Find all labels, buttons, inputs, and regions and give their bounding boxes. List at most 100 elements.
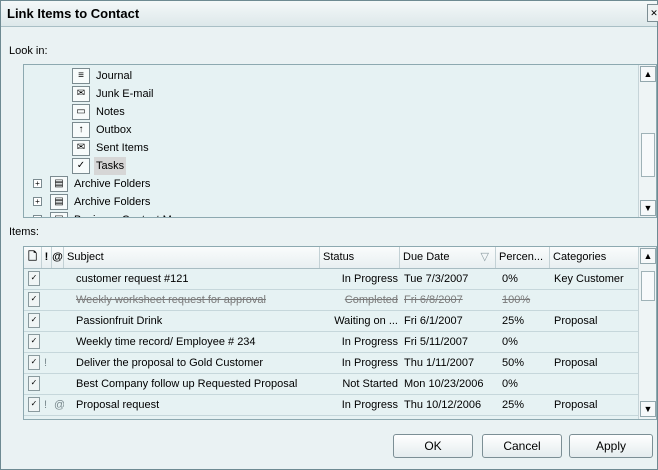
column-categories-header[interactable]: Categories bbox=[550, 247, 640, 268]
importance-cell bbox=[44, 374, 52, 394]
attachment-cell: @ bbox=[54, 395, 64, 415]
status-cell: Not Started bbox=[342, 378, 398, 390]
folder-tree-scrollbar[interactable]: ▲ ▼ bbox=[638, 65, 656, 217]
folder-label: Outbox bbox=[96, 124, 132, 136]
importance-cell bbox=[44, 290, 52, 310]
items-grid[interactable]: 🗋 ! @ Subject Status Due Date ▽ Percen..… bbox=[23, 246, 657, 420]
task-icon: ✓ bbox=[28, 292, 40, 307]
sort-descending-icon: ▽ bbox=[480, 251, 489, 263]
column-due-date-label: Due Date bbox=[403, 251, 450, 263]
categories-cell: Key Customer bbox=[554, 273, 624, 285]
table-row[interactable]: ✓ Passionfruit Drink Waiting on ... Fri 6/1… bbox=[24, 311, 640, 332]
status-cell: Waiting on ... bbox=[334, 315, 398, 327]
attachment-cell bbox=[54, 374, 64, 394]
percent-cell: 0% bbox=[502, 273, 518, 285]
percent-cell: 25% bbox=[502, 315, 525, 327]
column-status-header[interactable]: Status bbox=[320, 247, 400, 268]
scroll-thumb[interactable] bbox=[641, 133, 655, 177]
subject-cell: Best Company follow up Requested Proposa… bbox=[76, 378, 298, 390]
dialog-title: Link Items to Contact bbox=[7, 6, 140, 21]
column-subject-header[interactable]: Subject bbox=[64, 247, 320, 268]
cancel-button[interactable]: Cancel bbox=[482, 434, 562, 458]
ok-button[interactable]: OK bbox=[393, 434, 473, 458]
due-date-cell: Fri 6/8/2007 bbox=[404, 294, 463, 306]
archive-folder-icon: ▤ bbox=[50, 176, 68, 192]
status-cell: Completed bbox=[344, 294, 398, 306]
table-row[interactable]: ✓ customer request #121 In Progress Tue 7/3… bbox=[24, 269, 640, 290]
close-icon[interactable]: ✕ bbox=[647, 4, 658, 22]
due-date-cell: Mon 10/23/2006 bbox=[404, 378, 484, 390]
categories-cell: Proposal bbox=[554, 315, 598, 327]
task-icon: ✓ bbox=[28, 355, 40, 370]
importance-cell bbox=[44, 332, 52, 352]
folder-label: Business Contact Manager bbox=[74, 211, 206, 217]
folder-label: Tasks bbox=[94, 157, 127, 175]
due-date-cell: Fri 6/1/2007 bbox=[404, 315, 463, 327]
attachment-cell bbox=[54, 269, 64, 289]
look-in-label: Look in: bbox=[9, 45, 48, 57]
archive-folder-icon: ▤ bbox=[50, 194, 68, 210]
link-items-dialog: Link Items to Contact ✕ Look in: ≡ Journa… bbox=[0, 0, 658, 470]
folder-label: Junk E-mail bbox=[96, 88, 154, 100]
column-importance-header[interactable]: ! bbox=[42, 247, 52, 268]
scroll-up-button[interactable]: ▲ bbox=[640, 248, 656, 264]
notes-icon: ▭ bbox=[72, 104, 90, 120]
subject-cell: Proposal request bbox=[76, 399, 160, 411]
table-row[interactable]: ✓ Best Company follow up Requested Propos… bbox=[24, 374, 640, 395]
expand-icon[interactable]: + bbox=[33, 215, 42, 217]
column-attachment-header[interactable]: @ bbox=[52, 247, 64, 268]
column-due-date-header[interactable]: Due Date ▽ bbox=[400, 247, 496, 268]
percent-cell: 0% bbox=[502, 336, 518, 348]
categories-cell: Proposal bbox=[554, 357, 598, 369]
categories-cell bbox=[554, 332, 640, 352]
folder-tree[interactable]: ≡ Journal ✉ Junk E-mail ▭ Notes ↑ Outbox ✉ Sent I… bbox=[23, 64, 657, 218]
scroll-down-button[interactable]: ▼ bbox=[640, 401, 656, 417]
sent-items-icon: ✉ bbox=[72, 140, 90, 156]
table-row[interactable]: ✓ Weekly time record/ Employee # 234 In Pr… bbox=[24, 332, 640, 353]
importance-cell bbox=[44, 311, 52, 331]
scroll-down-button[interactable]: ▼ bbox=[640, 200, 656, 216]
attachment-cell bbox=[54, 311, 64, 331]
table-row[interactable]: ✓! @ Proposal request In Progress Thu 10/12/… bbox=[24, 395, 640, 416]
task-icon: ✓ bbox=[28, 334, 40, 349]
task-icon: ✓ bbox=[28, 271, 40, 286]
percent-cell: 0% bbox=[502, 378, 518, 390]
column-icon-header[interactable]: 🗋 bbox=[24, 247, 42, 268]
tasks-icon: ✓ bbox=[72, 158, 90, 174]
apply-button[interactable]: Apply bbox=[569, 434, 653, 458]
importance-cell bbox=[44, 269, 52, 289]
task-icon: ✓ bbox=[28, 397, 40, 412]
expand-icon[interactable]: + bbox=[33, 197, 42, 206]
importance-cell: ! bbox=[44, 357, 48, 369]
items-label: Items: bbox=[9, 226, 39, 238]
status-cell: In Progress bbox=[341, 273, 398, 285]
table-row[interactable]: ✓ Weekly worksheet request for approval Co… bbox=[24, 290, 640, 311]
due-date-cell: Fri 5/11/2007 bbox=[404, 336, 469, 348]
folder-icon: ▤ bbox=[50, 212, 68, 217]
categories-cell: Proposal bbox=[554, 399, 598, 411]
outbox-icon: ↑ bbox=[72, 122, 90, 138]
categories-cell bbox=[554, 290, 640, 310]
folder-label: Sent Items bbox=[96, 142, 149, 154]
folder-label: Archive Folders bbox=[74, 196, 151, 208]
scroll-thumb[interactable] bbox=[641, 271, 655, 301]
attachment-cell bbox=[54, 290, 64, 310]
subject-cell: Weekly worksheet request for approval bbox=[76, 294, 266, 306]
expand-icon[interactable]: + bbox=[33, 179, 42, 188]
subject-cell: Weekly time record/ Employee # 234 bbox=[76, 336, 256, 348]
folder-label: Archive Folders bbox=[74, 178, 151, 190]
percent-cell: 50% bbox=[502, 357, 525, 369]
scroll-up-button[interactable]: ▲ bbox=[640, 66, 656, 82]
percent-cell: 100% bbox=[502, 294, 531, 306]
percent-cell: 25% bbox=[502, 399, 525, 411]
folder-label: Journal bbox=[96, 70, 133, 82]
task-icon: ✓ bbox=[28, 376, 40, 391]
subject-cell: Passionfruit Drink bbox=[76, 315, 163, 327]
junk-email-icon: ✉ bbox=[72, 86, 90, 102]
table-row[interactable]: ✓! Deliver the proposal to Gold Customer I… bbox=[24, 353, 640, 374]
due-date-cell: Thu 10/12/2006 bbox=[404, 399, 482, 411]
title-bar: Link Items to Contact ✕ bbox=[1, 1, 658, 27]
items-grid-scrollbar[interactable]: ▲ ▼ bbox=[638, 247, 656, 419]
column-percent-header[interactable]: Percen... bbox=[496, 247, 550, 268]
attachment-cell bbox=[54, 332, 64, 352]
